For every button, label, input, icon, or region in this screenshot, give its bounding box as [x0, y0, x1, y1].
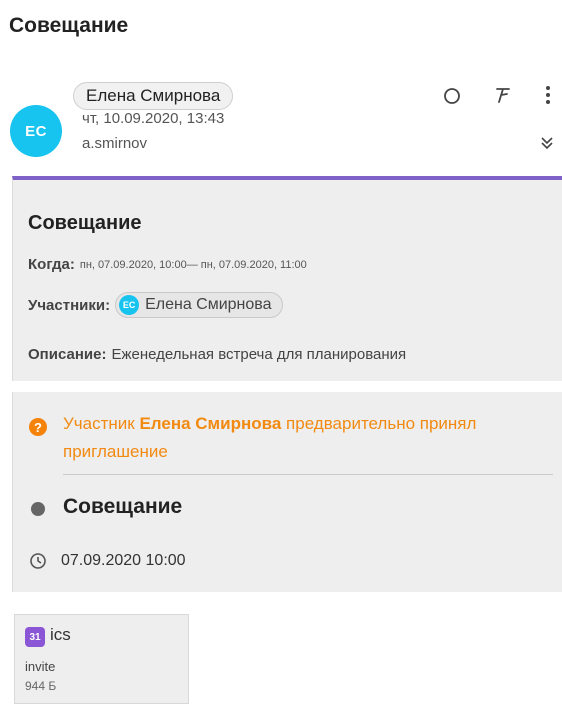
sender-login: a.smirnov [82, 135, 148, 152]
invite-details-card: Совещание Когда: пн, 07.09.2020, 10:00— … [12, 176, 562, 381]
invite-title: Совещание [28, 212, 142, 234]
description-label: Описание: [28, 346, 107, 363]
attachment-name: invite [25, 659, 56, 674]
calendar-icon: 31 [25, 627, 45, 647]
attachment-size: 944 Б [25, 679, 57, 693]
description-value: Еженедельная встреча для планирования [111, 346, 407, 363]
sender-name-chip[interactable]: Елена Смирнова [73, 82, 234, 110]
email-subject: Совещание [9, 14, 129, 37]
event-status-dot [31, 502, 45, 516]
notice-name: Елена Смирнова [139, 414, 282, 433]
participants-label: Участники: [28, 296, 111, 314]
notice-prefix: Участник [63, 414, 135, 433]
attachment-extension: ics [50, 625, 71, 644]
flag-icon[interactable] [491, 83, 515, 107]
description-row: Описание: Еженедельная встреча для плани… [28, 346, 406, 363]
event-title: Совещание [63, 495, 183, 518]
participant-avatar: ЕС [119, 295, 140, 315]
double-chevron-down-icon[interactable] [537, 133, 557, 153]
participant-name: Елена Смирнова [145, 296, 272, 313]
when-value: пн, 07.09.2020, 10:00— пн, 07.09.2020, 1… [79, 258, 307, 271]
clock-icon [29, 552, 47, 570]
response-card: ? Участник Елена Смирнова предварительно… [12, 392, 562, 592]
event-time: 07.09.2020 10:00 [61, 552, 186, 569]
sender-avatar[interactable]: ЕС [10, 105, 62, 157]
participant-chip[interactable]: ЕС Елена Смирнова [115, 292, 283, 318]
sender-name: Елена Смирнова [86, 86, 221, 105]
question-icon: ? [29, 418, 47, 436]
more-vertical-icon[interactable] [540, 82, 556, 108]
when-row: Когда: пн, 07.09.2020, 10:00— пн, 07.09.… [28, 256, 307, 273]
when-label: Когда: [28, 256, 75, 273]
response-notice: Участник Елена Смирнова предварительно п… [63, 410, 543, 466]
attachment-card[interactable]: 31 ics invite 944 Б [14, 614, 189, 704]
sender-date: чт, 10.09.2020, 13:43 [82, 110, 225, 127]
participants-row: Участники: ЕС Елена Смирнова [28, 292, 283, 318]
circle-icon[interactable] [440, 84, 464, 108]
divider [63, 474, 553, 475]
